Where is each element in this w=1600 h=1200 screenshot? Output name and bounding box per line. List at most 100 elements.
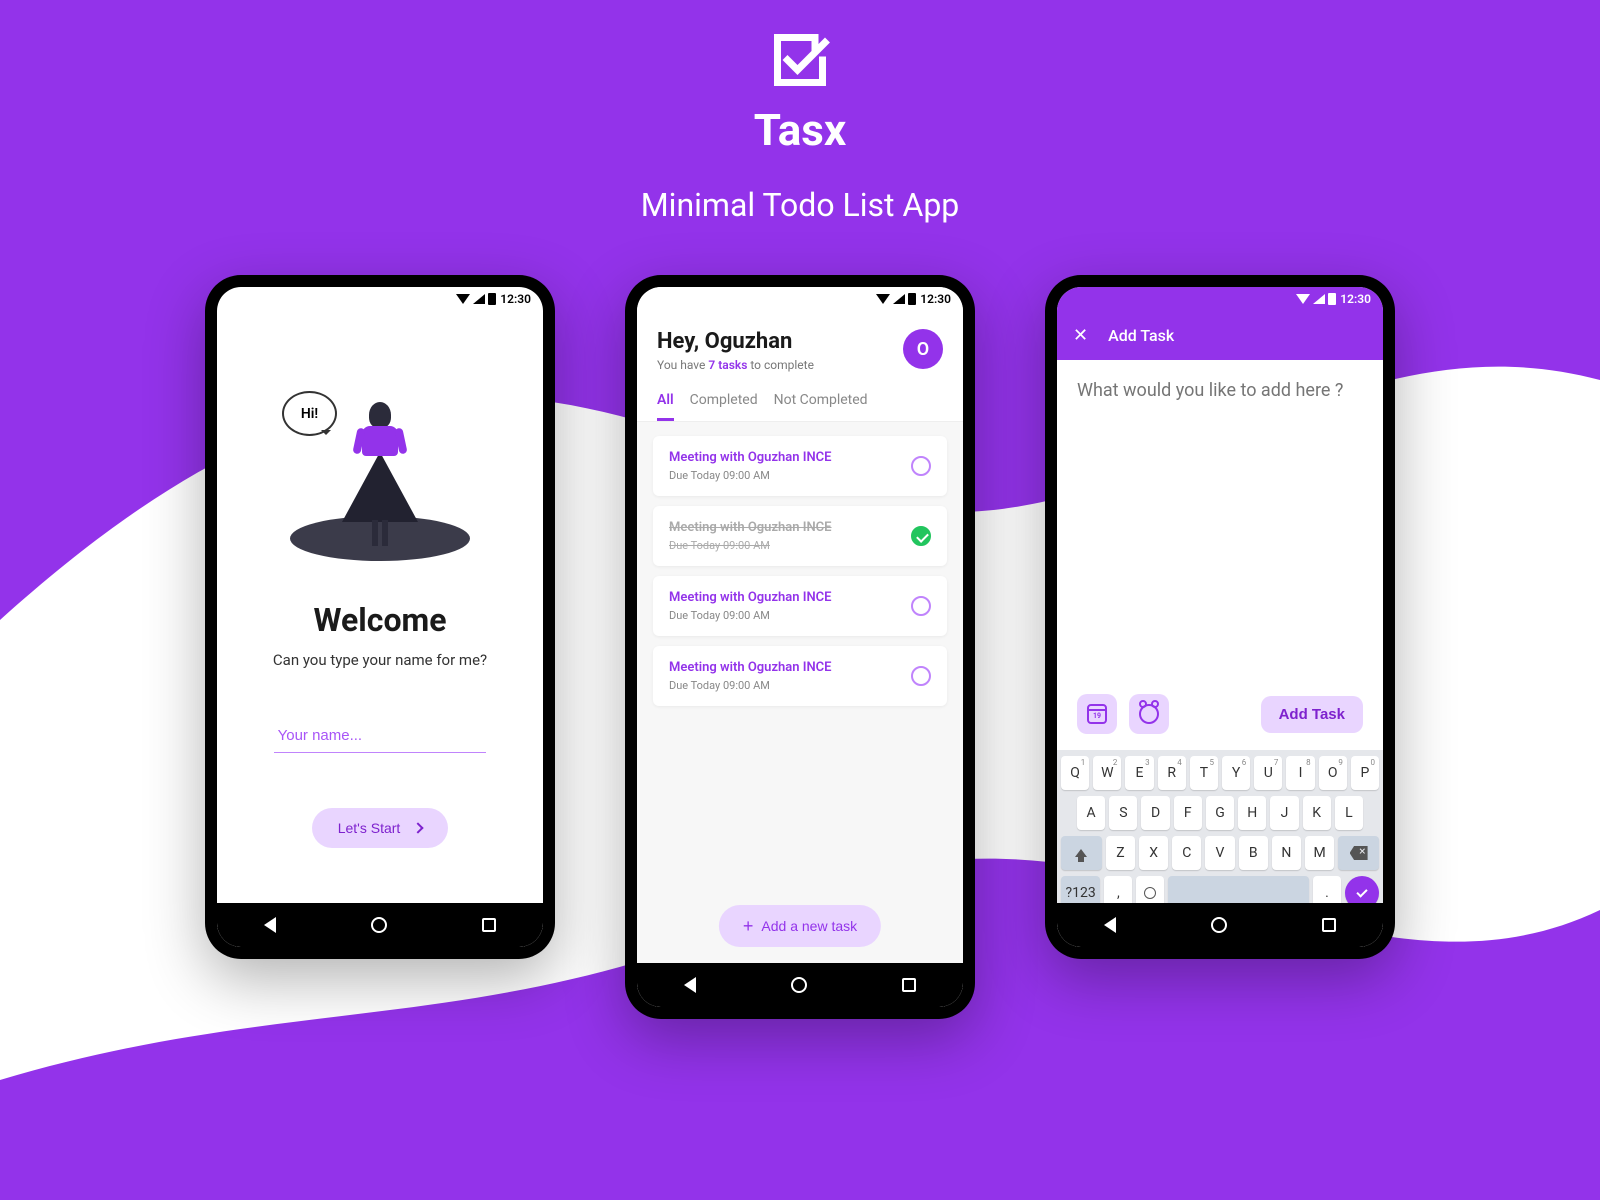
task-title: Meeting with Oguzhan INCE	[669, 590, 832, 605]
promo-header: Tasx Minimal Todo List App	[0, 30, 1600, 224]
calendar-button[interactable]	[1077, 694, 1117, 734]
task-checkbox[interactable]	[911, 596, 931, 616]
android-nav-bar	[1057, 903, 1383, 947]
key-backspace[interactable]	[1338, 836, 1379, 870]
task-checkbox[interactable]	[911, 666, 931, 686]
phone-add-task: 12:30 ✕ Add Task Add Task Q1W2E3R4T5Y6U7…	[1045, 275, 1395, 959]
key-h[interactable]: H	[1238, 796, 1266, 830]
nav-back-icon[interactable]	[684, 977, 696, 993]
key-q[interactable]: Q1	[1061, 756, 1089, 790]
wifi-icon	[876, 294, 890, 304]
speech-bubble: Hi!	[282, 391, 337, 436]
alarm-button[interactable]	[1129, 694, 1169, 734]
task-card[interactable]: Meeting with Oguzhan INCEDue Today 09:00…	[653, 506, 947, 566]
key-x[interactable]: X	[1139, 836, 1168, 870]
alarm-clock-icon	[1139, 704, 1159, 724]
signal-icon	[893, 294, 905, 304]
nav-recent-icon[interactable]	[1322, 918, 1336, 932]
welcome-subtitle: Can you type your name for me?	[247, 651, 513, 669]
key-b[interactable]: B	[1239, 836, 1268, 870]
task-card[interactable]: Meeting with Oguzhan INCE Due Today 09:00…	[653, 436, 947, 496]
tab-all[interactable]: All	[657, 392, 674, 421]
task-title: Meeting with Oguzhan INCE	[669, 660, 832, 675]
task-checkbox[interactable]	[911, 526, 931, 546]
nav-back-icon[interactable]	[1104, 917, 1116, 933]
key-s[interactable]: S	[1109, 796, 1137, 830]
key-i[interactable]: I8	[1286, 756, 1314, 790]
key-g[interactable]: G	[1206, 796, 1234, 830]
add-task-header: ✕ Add Task	[1057, 311, 1383, 360]
keyboard: Q1W2E3R4T5Y6U7I8O9P0 ASDFGHJKL ZXCVBNM ?…	[1057, 750, 1383, 924]
task-textarea[interactable]	[1077, 380, 1363, 660]
plus-icon: +	[743, 917, 754, 935]
nav-recent-icon[interactable]	[482, 918, 496, 932]
key-t[interactable]: T5	[1190, 756, 1218, 790]
nav-home-icon[interactable]	[791, 977, 807, 993]
submit-task-button[interactable]: Add Task	[1261, 696, 1363, 733]
nav-recent-icon[interactable]	[902, 978, 916, 992]
task-due: Due Today 09:00 AM	[669, 469, 832, 482]
add-task-button[interactable]: + Add a new task	[719, 905, 881, 947]
status-time: 12:30	[500, 292, 531, 306]
battery-icon	[908, 293, 916, 305]
signal-icon	[1313, 294, 1325, 304]
nav-home-icon[interactable]	[1211, 917, 1227, 933]
android-nav-bar	[217, 903, 543, 947]
wifi-icon	[456, 294, 470, 304]
wifi-icon	[1296, 294, 1310, 304]
task-checkbox[interactable]	[911, 456, 931, 476]
task-card[interactable]: Meeting with Oguzhan INCE Due Today 09:00…	[653, 646, 947, 706]
signal-icon	[473, 294, 485, 304]
avatar[interactable]: O	[903, 329, 943, 369]
key-j[interactable]: J	[1270, 796, 1298, 830]
app-name: Tasx	[0, 104, 1600, 156]
key-n[interactable]: N	[1272, 836, 1301, 870]
name-input[interactable]	[274, 719, 487, 753]
close-icon[interactable]: ✕	[1073, 325, 1088, 346]
backspace-icon	[1350, 846, 1368, 860]
key-k[interactable]: K	[1303, 796, 1331, 830]
key-c[interactable]: C	[1172, 836, 1201, 870]
tab-not-completed[interactable]: Not Completed	[774, 392, 868, 421]
status-bar: 12:30	[1057, 287, 1383, 311]
add-task-title: Add Task	[1108, 326, 1174, 345]
task-due: Due Today 09:00 AM	[669, 609, 832, 622]
lets-start-button[interactable]: Let's Start	[312, 808, 449, 848]
battery-icon	[488, 293, 496, 305]
key-m[interactable]: M	[1305, 836, 1334, 870]
key-l[interactable]: L	[1335, 796, 1363, 830]
key-e[interactable]: E3	[1125, 756, 1153, 790]
shift-icon	[1075, 849, 1087, 857]
status-time: 12:30	[920, 292, 951, 306]
android-nav-bar	[637, 963, 963, 1007]
key-u[interactable]: U7	[1254, 756, 1282, 790]
key-a[interactable]: A	[1077, 796, 1105, 830]
task-card[interactable]: Meeting with Oguzhan INCE Due Today 09:00…	[653, 576, 947, 636]
nav-home-icon[interactable]	[371, 917, 387, 933]
chevron-right-icon	[413, 822, 424, 833]
task-title: Meeting with Oguzhan INCE	[669, 450, 832, 465]
key-p[interactable]: P0	[1351, 756, 1379, 790]
phone-welcome: 12:30 Hi! Welcome Can you type your name…	[205, 275, 555, 959]
filter-tabs: All Completed Not Completed	[637, 382, 963, 422]
check-icon	[1356, 886, 1367, 897]
welcome-title: Welcome	[247, 601, 513, 639]
key-o[interactable]: O9	[1319, 756, 1347, 790]
key-z[interactable]: Z	[1106, 836, 1135, 870]
app-logo-icon	[770, 30, 830, 94]
phone-task-list: 12:30 Hey, Oguzhan You have 7 tasks to c…	[625, 275, 975, 1019]
nav-back-icon[interactable]	[264, 917, 276, 933]
key-v[interactable]: V	[1205, 836, 1234, 870]
greeting-subtitle: You have 7 tasks to complete	[657, 358, 814, 372]
key-shift[interactable]	[1061, 836, 1102, 870]
key-d[interactable]: D	[1141, 796, 1169, 830]
emoji-icon	[1144, 887, 1156, 899]
key-w[interactable]: W2	[1093, 756, 1121, 790]
tab-completed[interactable]: Completed	[690, 392, 758, 421]
task-due: Due Today 09:00 AM	[669, 679, 832, 692]
key-r[interactable]: R4	[1158, 756, 1186, 790]
key-y[interactable]: Y6	[1222, 756, 1250, 790]
status-bar: 12:30	[637, 287, 963, 311]
task-list: Meeting with Oguzhan INCE Due Today 09:00…	[637, 422, 963, 730]
key-f[interactable]: F	[1174, 796, 1202, 830]
